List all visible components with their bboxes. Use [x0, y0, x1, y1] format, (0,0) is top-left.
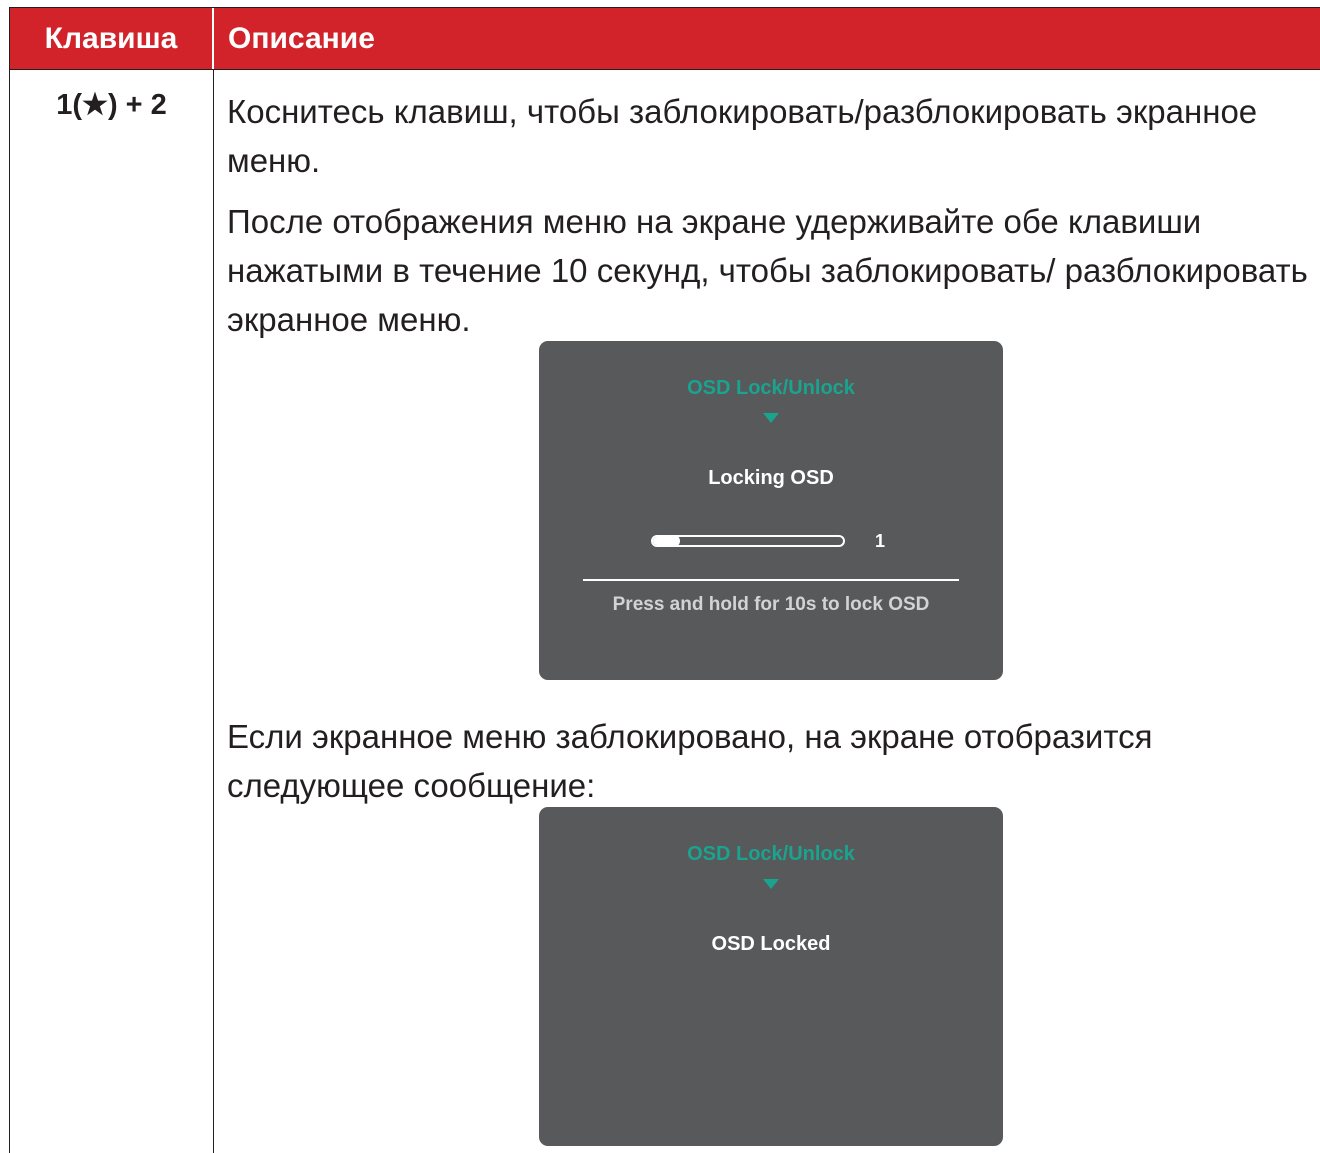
- osd-locking-screen: OSD Lock/Unlock Locking OSD 1 Press and …: [539, 341, 1003, 680]
- description-paragraph-1: Коснитесь клавиш, чтобы заблокировать/ра…: [227, 93, 1258, 179]
- osd-message: Locking OSD: [708, 467, 834, 489]
- header-description-column: Описание: [228, 21, 375, 55]
- table-header: Клавиша Описание: [9, 7, 1320, 70]
- lock-progress-value: 1: [875, 531, 886, 551]
- osd-divider: [583, 579, 959, 581]
- description-paragraph-2: После отображения меню на экране удержив…: [227, 203, 1308, 338]
- description-paragraph-3: Если экранное меню заблокировано, на экр…: [227, 718, 1153, 804]
- osd-hint: Press and hold for 10s to lock OSD: [612, 594, 930, 615]
- key-combo-cell: 1(★) + 2: [56, 89, 167, 121]
- table-column-divider: [213, 70, 214, 1153]
- table-left-border: [9, 70, 10, 1153]
- header-key-column: Клавиша: [10, 8, 214, 69]
- osd-message: OSD Locked: [711, 933, 831, 955]
- osd-locked-screen: OSD Lock/Unlock OSD Locked: [539, 807, 1003, 1146]
- lock-progress-bar: [651, 535, 845, 547]
- osd-title: OSD Lock/Unlock: [687, 843, 855, 865]
- arrow-down-icon: [763, 413, 779, 423]
- osd-title: OSD Lock/Unlock: [687, 377, 855, 399]
- arrow-down-icon: [763, 879, 779, 889]
- key-description-table: Клавиша Описание 1(★) + 2 Коснитесь клав…: [9, 7, 1320, 1153]
- lock-progress-knob: [667, 535, 680, 547]
